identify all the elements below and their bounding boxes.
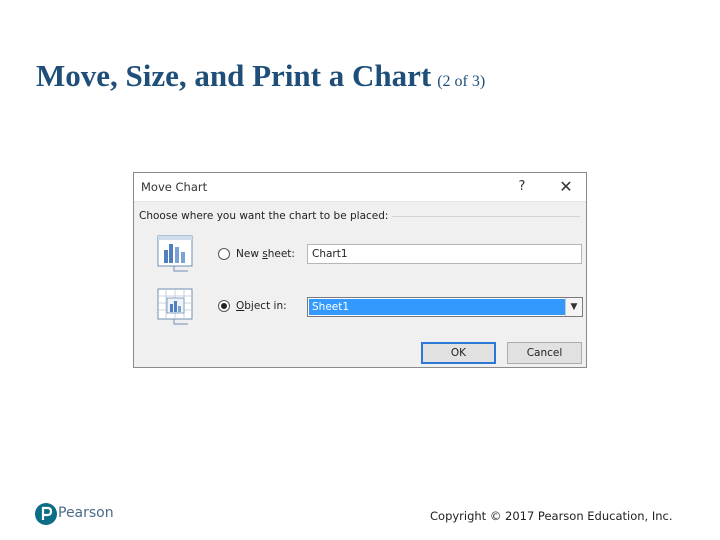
chart-sheet-icon: [157, 235, 193, 272]
new-sheet-radio[interactable]: [218, 248, 230, 260]
pearson-logo-icon: [35, 503, 57, 525]
copyright-text: Copyright © 2017 Pearson Education, Inc.: [430, 509, 673, 523]
ok-button[interactable]: OK: [421, 342, 496, 364]
object-in-radio-dot: [221, 303, 227, 309]
object-in-label: Object in:: [236, 300, 287, 312]
new-sheet-name-input[interactable]: Chart1: [307, 244, 582, 264]
slide-title-sub: (2 of 3): [437, 73, 486, 90]
dialog-title: Move Chart: [141, 180, 208, 194]
object-in-select[interactable]: Sheet1 ▼: [307, 297, 583, 317]
dialog-titlebar: Move Chart ? ✕: [134, 173, 586, 202]
cancel-button[interactable]: Cancel: [507, 342, 582, 364]
instruction-text: Choose where you want the chart to be pl…: [139, 210, 389, 222]
slide-title-main: Move, Size, and Print a Chart: [36, 58, 432, 93]
pearson-brand: Pearson: [58, 505, 114, 521]
separator: [392, 216, 580, 217]
chevron-down-icon[interactable]: ▼: [565, 298, 582, 316]
slide-title: Move, Size, and Print a Chart (2 of 3): [36, 58, 485, 94]
move-chart-dialog: Move Chart ? ✕ Choose where you want the…: [133, 172, 587, 368]
object-in-selected-value: Sheet1: [309, 299, 565, 315]
object-in-radio[interactable]: [218, 300, 230, 312]
new-sheet-label: New sheet:: [236, 248, 295, 260]
help-button[interactable]: ?: [514, 177, 530, 197]
embedded-chart-icon: [157, 288, 193, 325]
close-button[interactable]: ✕: [554, 177, 578, 197]
